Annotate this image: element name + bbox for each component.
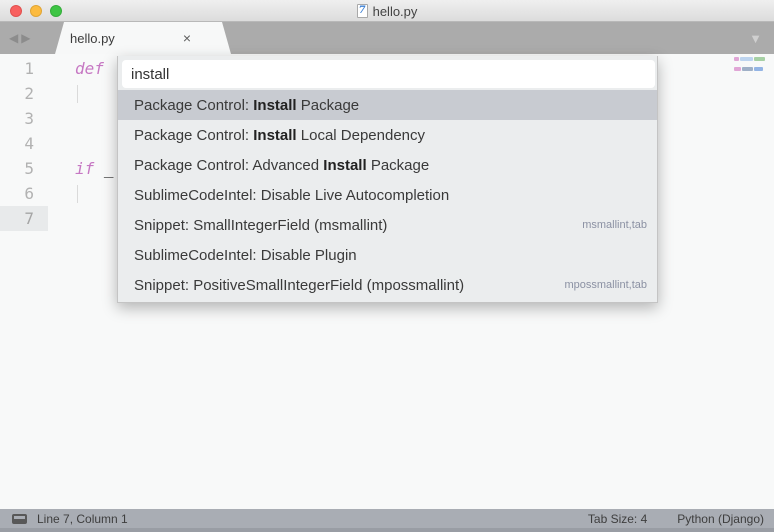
minimap-code-block — [754, 57, 765, 61]
palette-item-label: SublimeCodeIntel: Disable Plugin — [134, 247, 357, 264]
palette-item[interactable]: Snippet: SmallIntegerField (msmallint) ms… — [118, 210, 657, 240]
syntax-indicator[interactable]: Python (Django) — [677, 512, 764, 526]
minimap-code-block — [742, 67, 753, 71]
command-palette-list: Package Control: Install Package Package … — [118, 90, 657, 302]
command-palette: Package Control: Install Package Package … — [117, 56, 658, 303]
code-text: def — [48, 56, 104, 81]
document-icon: 7 — [357, 4, 368, 18]
indent-guide — [77, 185, 78, 203]
window-titlebar: 7 hello.py — [0, 0, 774, 22]
minimap-code-block — [754, 67, 763, 71]
tab-hello-py[interactable]: hello.py × — [55, 22, 231, 54]
palette-item[interactable]: Package Control: Install Local Dependenc… — [118, 120, 657, 150]
code-text: if _ — [48, 156, 114, 181]
palette-item[interactable]: SublimeCodeIntel: Disable Live Autocompl… — [118, 180, 657, 210]
nav-forward-icon[interactable]: ▶ — [21, 32, 30, 44]
palette-item[interactable]: SublimeCodeIntel: Disable Plugin — [118, 240, 657, 270]
line-number: 7 — [0, 206, 48, 231]
line-number: 6 — [0, 181, 48, 206]
indent-guide — [77, 85, 78, 103]
window-title: hello.py — [373, 4, 418, 19]
line-number: 3 — [0, 106, 48, 131]
status-bar: Line 7, Column 1 Tab Size: 4 Python (Dja… — [0, 509, 774, 528]
nav-back-icon[interactable]: ◀ — [9, 32, 18, 44]
tab-close-icon[interactable]: × — [183, 31, 191, 45]
command-palette-input[interactable] — [122, 60, 655, 88]
show-panel-icon[interactable] — [12, 514, 27, 524]
tab-label: hello.py — [70, 31, 115, 46]
palette-item[interactable]: Package Control: Advanced Install Packag… — [118, 150, 657, 180]
tab-size-indicator[interactable]: Tab Size: 4 — [588, 512, 647, 526]
document-icon-glyph: 7 — [359, 5, 366, 17]
palette-item-label: Snippet: SmallIntegerField (msmallint) — [134, 217, 387, 234]
palette-item-label: Package Control: Install Package — [134, 97, 359, 114]
palette-item-label: Package Control: Install Local Dependenc… — [134, 127, 425, 144]
window-bottom-edge — [0, 528, 774, 532]
palette-item-label: SublimeCodeIntel: Disable Live Autocompl… — [134, 187, 449, 204]
line-number: 1 — [0, 56, 48, 81]
minimap-code-block — [734, 57, 739, 61]
palette-item[interactable]: Snippet: PositiveSmallIntegerField (mpos… — [118, 270, 657, 300]
palette-item[interactable]: Package Control: Install Package — [118, 90, 657, 120]
minimap-code-block — [740, 57, 753, 61]
tab-bar: ◀ ▶ hello.py × ▼ — [0, 22, 774, 54]
palette-item-label: Package Control: Advanced Install Packag… — [134, 157, 429, 174]
minimap[interactable] — [734, 57, 770, 77]
line-number: 2 — [0, 81, 48, 106]
palette-item-annotation: mpossmallint,tab — [564, 279, 647, 291]
tab-overflow-icon[interactable]: ▼ — [749, 32, 762, 45]
line-number: 5 — [0, 156, 48, 181]
cursor-position: Line 7, Column 1 — [37, 512, 128, 526]
palette-item-label: Snippet: PositiveSmallIntegerField (mpos… — [134, 277, 464, 294]
palette-item-annotation: msmallint,tab — [582, 219, 647, 231]
minimap-code-block — [734, 67, 741, 71]
line-number: 4 — [0, 131, 48, 156]
